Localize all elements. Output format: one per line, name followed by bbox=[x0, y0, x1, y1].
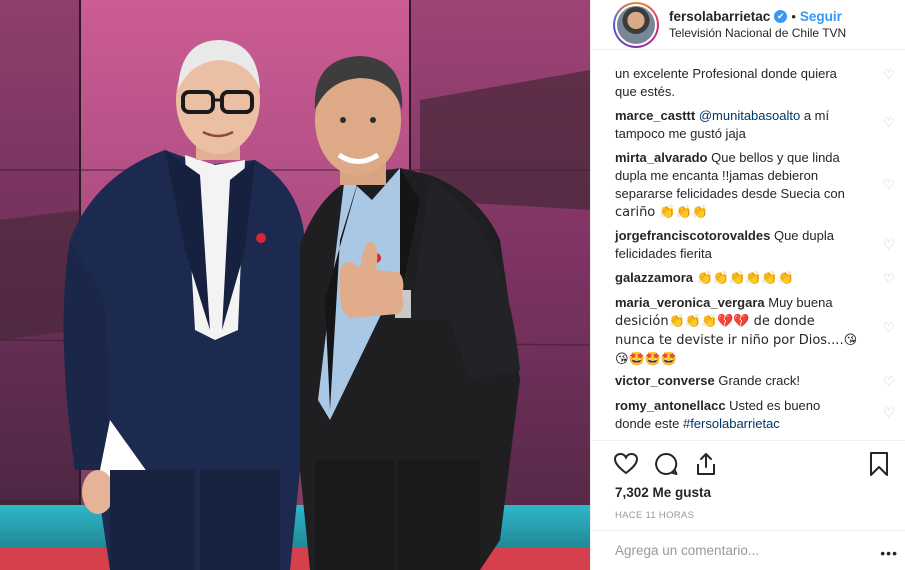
comment-like-heart-icon[interactable]: ♡ bbox=[883, 375, 895, 388]
bookmark-icon[interactable] bbox=[866, 451, 892, 477]
location-link[interactable]: Televisión Nacional de Chile TVN bbox=[669, 25, 846, 42]
post-header: fersolabarrietac ✔ • Seguir Televisión N… bbox=[591, 0, 905, 50]
comment-text: Grande crack! bbox=[718, 373, 801, 388]
comment-username[interactable]: romy_antonellacc bbox=[615, 398, 726, 413]
comment-username[interactable]: victor_converse bbox=[615, 373, 715, 388]
comment-text-4: 😘🤩🤩🤩 bbox=[615, 352, 678, 367]
comment-text: Usted es bueno bbox=[729, 398, 821, 413]
follow-button[interactable]: Seguir bbox=[800, 8, 842, 25]
comment-text: Que dupla bbox=[773, 228, 834, 243]
comment-item: mirta_alvarado Que bellos y que linda du… bbox=[615, 149, 895, 222]
comment-text: Que bellos y que linda bbox=[711, 150, 840, 165]
comment-username[interactable]: jorgefranciscotorovaldes bbox=[615, 228, 770, 243]
instagram-post: fersolabarrietac ✔ • Seguir Televisión N… bbox=[0, 0, 905, 570]
comment-text-2: dupla me encanta !!jamas debieron bbox=[615, 168, 819, 183]
comment-bubble-icon[interactable] bbox=[653, 451, 679, 477]
comment-username[interactable]: galazzamora bbox=[615, 270, 693, 285]
comment-text-4: cariño 👏👏👏 bbox=[615, 205, 708, 220]
likes-count[interactable]: 7,302 Me gusta bbox=[615, 485, 711, 500]
comment-text-2: desición👏👏👏💔💔 de donde bbox=[615, 314, 815, 329]
post-timestamp[interactable]: HACE 11 HORAS bbox=[615, 510, 694, 521]
comment-text-3: nunca te deviste ir niño por Dios....😘 bbox=[615, 333, 858, 348]
separator-dot: • bbox=[791, 8, 796, 24]
comment-mention[interactable]: @munitabasoalto bbox=[699, 108, 800, 123]
heart-outline-icon[interactable] bbox=[613, 451, 639, 477]
comment-text-2: felicidades fierita bbox=[615, 246, 712, 261]
comment-item: marce_casttt @munitabasoalto a mí tampoc… bbox=[615, 107, 895, 143]
comment-text: Muy buena bbox=[768, 295, 833, 310]
comment-like-heart-icon[interactable]: ♡ bbox=[883, 406, 895, 419]
share-icon[interactable] bbox=[693, 451, 719, 477]
comment-username[interactable]: marce_casttt bbox=[615, 108, 695, 123]
comment-like-heart-icon[interactable]: ♡ bbox=[883, 68, 895, 81]
comment-text-3: separarse felicidades desde Suecia con bbox=[615, 186, 845, 201]
comment-like-heart-icon[interactable]: ♡ bbox=[883, 272, 895, 285]
comment-hashtag[interactable]: #fersolabarrietac bbox=[683, 416, 780, 431]
post-photo-illustration bbox=[0, 0, 590, 570]
header-top: fersolabarrietac ✔ • Seguir bbox=[669, 8, 846, 25]
comment-item: maria_veronica_vergara Muy buena desició… bbox=[615, 294, 895, 369]
comment-like-heart-icon[interactable]: ♡ bbox=[883, 321, 895, 334]
comment-item: un excelente Profesional donde quiera qu… bbox=[615, 65, 895, 101]
story-ring[interactable] bbox=[613, 1, 659, 48]
comment-input[interactable] bbox=[615, 543, 865, 558]
comment-text-2: tampoco me gustó jaja bbox=[615, 126, 746, 141]
header-text: fersolabarrietac ✔ • Seguir Televisión N… bbox=[669, 8, 846, 42]
comment-text-2: donde este bbox=[615, 416, 680, 431]
comment-item: galazzamora 👏👏👏👏👏👏 ♡ bbox=[615, 269, 895, 288]
comment-text-2: que estés. bbox=[615, 84, 675, 99]
post-side-panel: fersolabarrietac ✔ • Seguir Televisión N… bbox=[590, 0, 905, 570]
comment-text: 👏👏👏👏👏👏 bbox=[696, 271, 794, 286]
comment-username[interactable]: mirta_alvarado bbox=[615, 150, 708, 165]
post-actions-bar bbox=[591, 440, 905, 486]
verified-badge-icon: ✔ bbox=[774, 9, 788, 23]
comment-item: romy_antonellacc Usted es bueno donde es… bbox=[615, 397, 895, 433]
comment-like-heart-icon[interactable]: ♡ bbox=[883, 238, 895, 251]
more-options-icon[interactable]: ••• bbox=[880, 545, 898, 561]
comments-list[interactable]: un excelente Profesional donde quiera qu… bbox=[591, 52, 905, 437]
add-comment-bar: ••• bbox=[591, 530, 905, 570]
comment-like-heart-icon[interactable]: ♡ bbox=[883, 116, 895, 129]
comment-item: jorgefranciscotorovaldes Que dupla felic… bbox=[615, 227, 895, 263]
comment-like-heart-icon[interactable]: ♡ bbox=[883, 178, 895, 191]
comment-item: victor_converse Grande crack! ♡ bbox=[615, 372, 895, 390]
comment-username[interactable]: maria_veronica_vergara bbox=[615, 295, 765, 310]
post-photo[interactable] bbox=[0, 0, 590, 570]
comment-text: un excelente Profesional donde quiera bbox=[615, 66, 837, 81]
avatar[interactable] bbox=[615, 3, 657, 46]
username-link[interactable]: fersolabarrietac bbox=[669, 8, 770, 25]
comment-text: a mí bbox=[803, 108, 830, 123]
